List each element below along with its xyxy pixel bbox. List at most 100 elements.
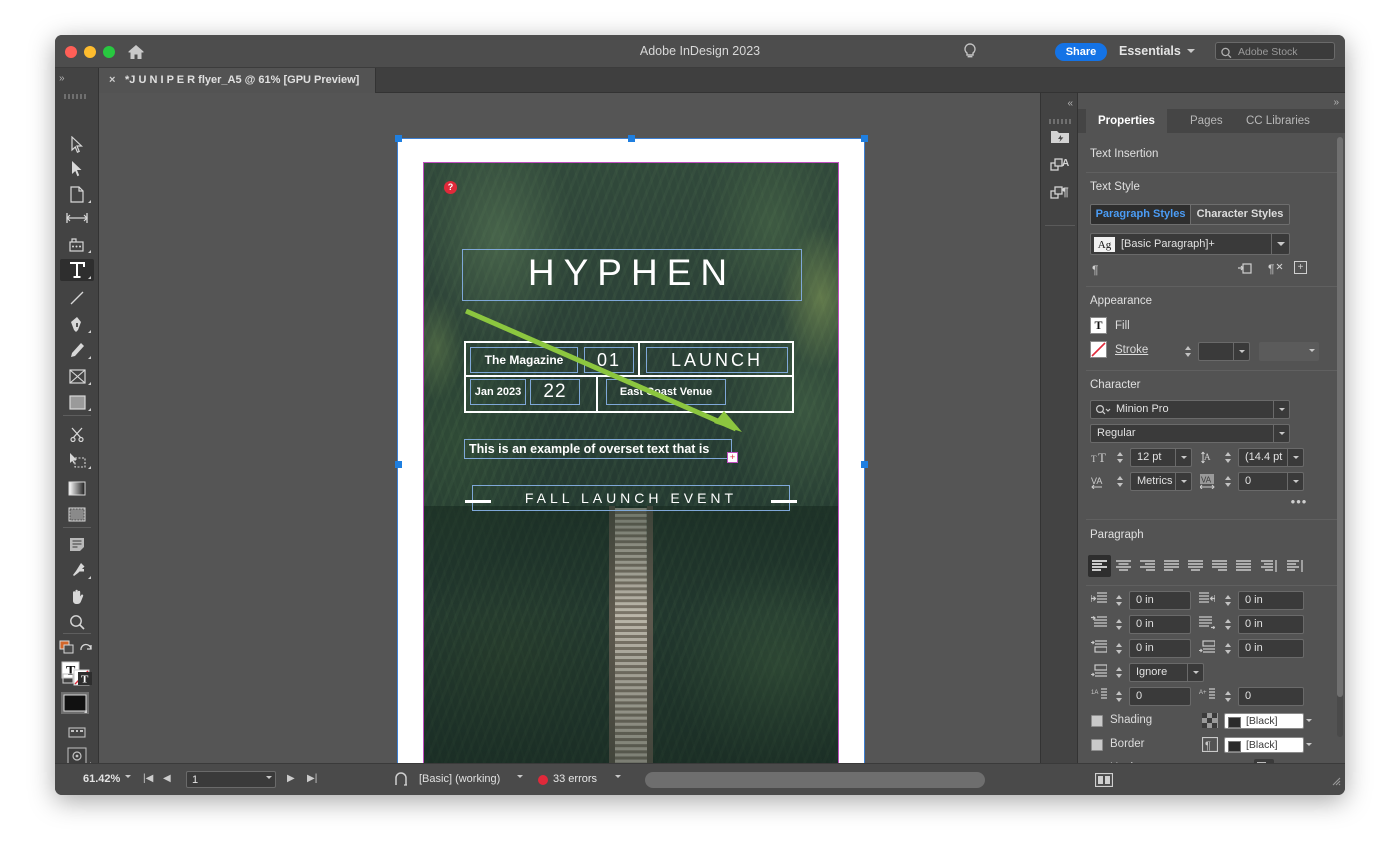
- tracking-stepper[interactable]: [1223, 473, 1234, 490]
- segment-character-styles[interactable]: Character Styles: [1190, 205, 1289, 224]
- pen-tool[interactable]: [60, 313, 94, 335]
- zoom-tool[interactable]: [60, 611, 94, 633]
- chevron-down-icon[interactable]: [1287, 473, 1303, 490]
- paragraph-style-dropdown[interactable]: Ag [Basic Paragraph]+: [1090, 233, 1290, 255]
- clear-overrides-icon[interactable]: ¶: [1268, 261, 1284, 280]
- drop-cap-lines-field[interactable]: 0: [1129, 687, 1191, 706]
- workspace-switcher[interactable]: Essentials: [1119, 44, 1181, 58]
- tab-cc-libraries[interactable]: CC Libraries: [1234, 109, 1322, 133]
- paragraph-style-options-icon[interactable]: ¶: [1092, 263, 1098, 277]
- day-number[interactable]: 22: [530, 379, 580, 405]
- collapse-toolbar-icon[interactable]: »: [59, 73, 65, 84]
- align-to-grid-dropdown[interactable]: Ignore: [1129, 663, 1204, 682]
- tab-pages[interactable]: Pages: [1178, 109, 1235, 133]
- right-indent-field[interactable]: 0 in: [1238, 591, 1304, 610]
- hand-tool[interactable]: [60, 585, 94, 607]
- chevron-down-icon[interactable]: [1233, 343, 1249, 360]
- tool-flyout-indicator[interactable]: [88, 330, 91, 333]
- tracking-field[interactable]: 0: [1238, 472, 1304, 491]
- page-tool[interactable]: [60, 183, 94, 205]
- space-after-stepper[interactable]: [1223, 640, 1234, 657]
- gradient-swatch-tool[interactable]: [60, 477, 94, 499]
- align-center-button[interactable]: [1112, 555, 1135, 577]
- rectangle-tool[interactable]: [60, 391, 94, 413]
- next-page-button[interactable]: ▶: [287, 773, 295, 784]
- error-count[interactable]: 33 errors: [553, 773, 597, 785]
- border-checkbox[interactable]: [1091, 739, 1103, 751]
- first-page-button[interactable]: |◀: [143, 773, 153, 784]
- chevron-down-icon[interactable]: [1306, 743, 1312, 746]
- fill-type-icon[interactable]: T: [1090, 317, 1107, 334]
- eyedropper-tool[interactable]: [60, 559, 94, 581]
- adobe-stock-search[interactable]: Adobe Stock: [1215, 42, 1335, 60]
- align-to-grid-stepper[interactable]: [1114, 664, 1125, 681]
- document-tab[interactable]: × *J U N I P E R flyer_A5 @ 61% [GPU Pre…: [99, 68, 376, 93]
- zoom-level[interactable]: 61.42%: [83, 773, 120, 785]
- selection-handle-mr[interactable]: [861, 461, 868, 468]
- font-size-field[interactable]: 12 pt: [1130, 448, 1192, 467]
- chevron-down-icon[interactable]: [125, 775, 131, 778]
- character-styles-icon[interactable]: A: [1050, 155, 1070, 175]
- selection-handle-tc[interactable]: [628, 135, 635, 142]
- character-more-options-icon[interactable]: •••: [1290, 497, 1308, 511]
- horizontal-scrollbar[interactable]: [645, 772, 1085, 788]
- chevron-down-icon[interactable]: [1271, 234, 1289, 254]
- left-indent-field[interactable]: 0 in: [1129, 591, 1191, 610]
- align-right-button[interactable]: [1136, 555, 1159, 577]
- last-line-indent-field[interactable]: 0 in: [1238, 615, 1304, 634]
- tool-flyout-indicator[interactable]: [88, 408, 91, 411]
- venue-label[interactable]: East Coast Venue: [606, 379, 726, 405]
- align-left-button[interactable]: [1088, 555, 1111, 577]
- align-away-spine-button[interactable]: [1284, 555, 1307, 577]
- justify-last-right-button[interactable]: [1208, 555, 1231, 577]
- justify-last-center-button[interactable]: [1184, 555, 1207, 577]
- issue-number[interactable]: 01: [584, 347, 634, 373]
- collapse-properties-icon[interactable]: »: [1333, 97, 1339, 108]
- magazine-label[interactable]: The Magazine: [470, 347, 578, 373]
- tool-flyout-indicator[interactable]: [88, 200, 91, 203]
- kerning-stepper[interactable]: [1115, 473, 1126, 490]
- apply-to-container-icon[interactable]: [60, 671, 76, 685]
- space-after-field[interactable]: 0 in: [1238, 639, 1304, 658]
- flyer-background-image[interactable]: HYPHEN The Magazine 01 LAUNCH Jan 2023 2…: [424, 163, 838, 763]
- pencil-tool[interactable]: [60, 339, 94, 361]
- chevron-down-icon[interactable]: [1309, 349, 1315, 352]
- selection-handle-ml[interactable]: [395, 461, 402, 468]
- launch-label[interactable]: LAUNCH: [646, 347, 788, 373]
- line-tool[interactable]: [60, 287, 94, 309]
- previous-page-button[interactable]: ◀: [163, 773, 171, 784]
- new-style-icon[interactable]: +: [1294, 261, 1307, 274]
- stroke-none-icon[interactable]: [1090, 341, 1107, 358]
- justify-all-button[interactable]: [1232, 555, 1255, 577]
- normal-view-mode-icon[interactable]: [60, 721, 94, 743]
- selection-tool[interactable]: [60, 133, 94, 155]
- chevron-down-icon[interactable]: [1187, 49, 1195, 53]
- stroke-weight-stepper[interactable]: [1183, 343, 1194, 360]
- kerning-field[interactable]: Metrics: [1130, 472, 1192, 491]
- shading-checkbox[interactable]: [1091, 715, 1103, 727]
- leading-stepper[interactable]: [1223, 449, 1234, 466]
- first-line-indent-field[interactable]: 0 in: [1129, 615, 1191, 634]
- lightbulb-icon[interactable]: [961, 42, 979, 62]
- date-label[interactable]: Jan 2023: [470, 379, 526, 405]
- tool-flyout-indicator[interactable]: [88, 382, 91, 385]
- chevron-down-icon[interactable]: [1306, 719, 1312, 722]
- chevron-down-icon[interactable]: [266, 776, 272, 779]
- tab-properties[interactable]: Properties: [1086, 109, 1167, 133]
- justify-last-left-button[interactable]: [1160, 555, 1183, 577]
- chevron-down-icon[interactable]: [615, 775, 621, 778]
- expand-panels-icon[interactable]: «: [1067, 98, 1073, 109]
- event-text-frame[interactable]: FALL LAUNCH EVENT: [472, 485, 790, 511]
- fill-stroke-swap-icon[interactable]: [57, 637, 79, 659]
- stroke-weight-field[interactable]: [1198, 342, 1250, 361]
- redefine-style-icon[interactable]: [1238, 261, 1253, 280]
- content-collector-tool[interactable]: [60, 233, 94, 255]
- share-button[interactable]: Share: [1055, 43, 1107, 61]
- chevron-down-icon[interactable]: [1273, 401, 1289, 418]
- apply-color-swatch[interactable]: [60, 691, 90, 715]
- last-line-indent-stepper[interactable]: [1223, 616, 1234, 633]
- split-view-icon[interactable]: [1095, 773, 1113, 792]
- master-page-icon[interactable]: [393, 772, 409, 793]
- chevron-down-icon[interactable]: [1175, 449, 1191, 466]
- page-number-field[interactable]: 1: [186, 771, 276, 788]
